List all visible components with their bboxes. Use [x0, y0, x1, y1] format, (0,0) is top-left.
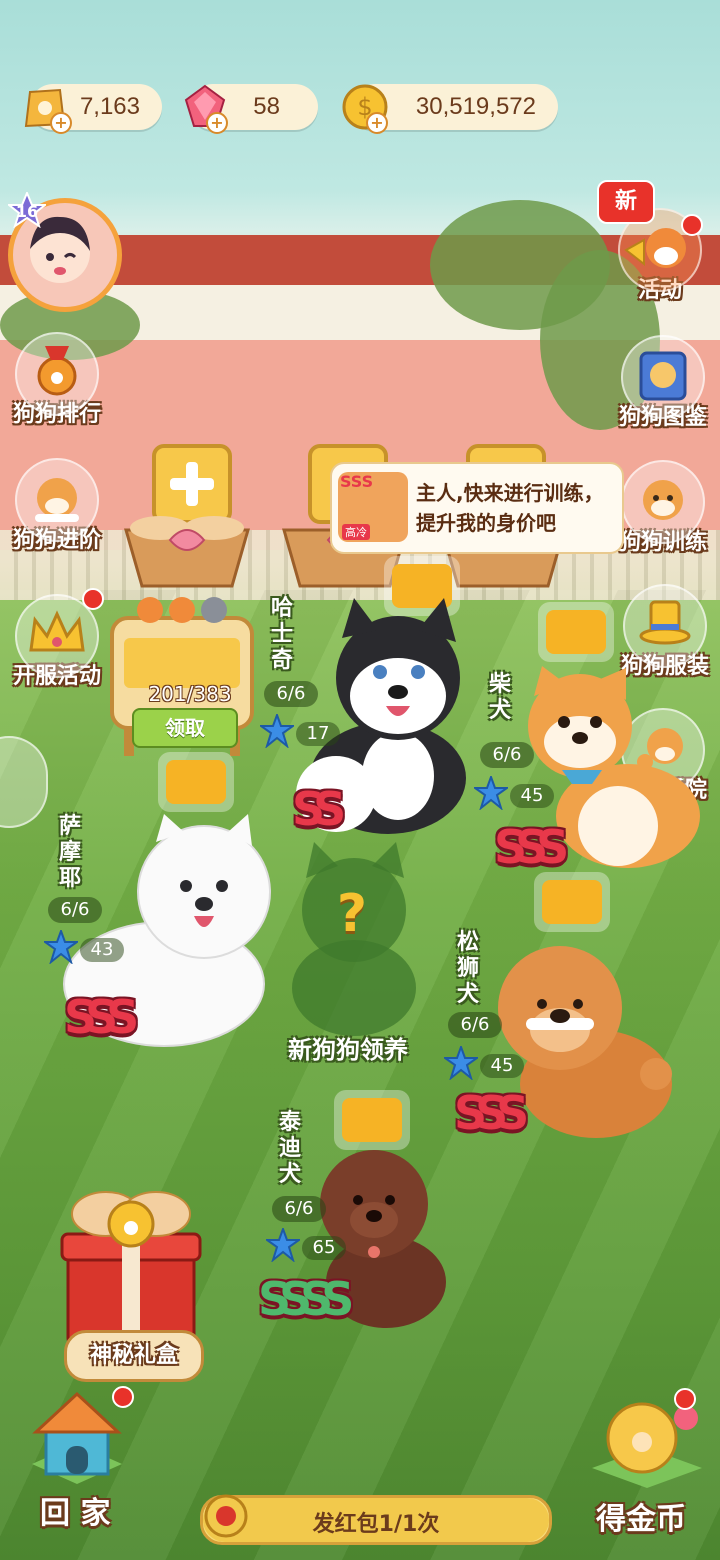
ranking-button[interactable]: 狗狗排行	[2, 332, 112, 428]
dog-grade: SSS	[494, 820, 569, 874]
blue-star-icon	[444, 1046, 478, 1080]
food-progress: 201/383	[148, 682, 232, 706]
star-count: 45	[510, 784, 554, 808]
training-button[interactable]: 狗狗训练	[608, 460, 718, 556]
dog-thumbnail-icon: SSS 高冷	[338, 472, 408, 542]
dog-count: 6/6	[48, 897, 102, 923]
dog-count: 6/6	[272, 1196, 326, 1222]
add-gem-icon[interactable]: +	[206, 112, 228, 134]
blue-star-icon	[474, 776, 508, 810]
dog-grade: SSSS	[258, 1272, 354, 1326]
events-button[interactable]: 活动 新	[597, 180, 715, 304]
notification-dot	[82, 588, 104, 610]
shiba-training-icon	[621, 460, 705, 544]
thumb-tag: 高冷	[342, 524, 370, 540]
player-level: 16	[15, 202, 39, 221]
adopt-label[interactable]: 新狗狗领养	[258, 1030, 438, 1065]
food-value: 7,163	[79, 93, 140, 120]
coin-stack-icon	[166, 760, 226, 804]
blue-star-icon	[266, 1228, 300, 1262]
dog-count: 6/6	[264, 681, 318, 707]
game-scene: 7,163 + 58 + 30,519,572 $ + 16 狗狗排行 狗狗进阶…	[0, 0, 720, 1560]
notification-dot	[112, 1386, 134, 1408]
training-tip-text: 主人,快来进行训练，提升我的身价吧	[416, 481, 604, 535]
laurel-medal-icon	[204, 1494, 248, 1538]
notification-dot	[674, 1388, 696, 1410]
dog-count: 6/6	[480, 742, 534, 768]
advance-button[interactable]: 狗狗进阶	[2, 458, 112, 554]
training-tip-bubble[interactable]: SSS 高冷 主人,快来进行训练，提升我的身价吧	[330, 462, 624, 554]
add-food-icon[interactable]: +	[50, 112, 72, 134]
thumb-grade: SSS	[340, 472, 374, 491]
dog-album-button[interactable]: 狗狗图鉴	[608, 335, 718, 431]
shiba-bone-icon	[15, 458, 99, 542]
basket-icon	[124, 516, 250, 588]
gem-value: 58	[253, 93, 280, 120]
new-badge: 新	[597, 180, 655, 224]
home-label[interactable]: 回 家	[40, 1488, 110, 1532]
coin-stack-icon	[542, 880, 602, 924]
dog-grade: SSS	[64, 990, 139, 1044]
coin-stack-icon	[342, 1098, 402, 1142]
dog-grade: SS	[292, 782, 346, 836]
dog-count: 6/6	[448, 1012, 502, 1038]
coin-stack-icon	[546, 610, 606, 654]
earn-coins-label[interactable]: 得金币	[596, 1494, 686, 1538]
mystery-box-label[interactable]: 神秘礼盒	[64, 1330, 204, 1382]
blue-star-icon	[260, 714, 294, 748]
dog-name: 萨摩耶	[58, 814, 81, 891]
add-coin-icon[interactable]: +	[366, 112, 388, 134]
coin-value: 30,519,572	[415, 93, 536, 120]
star-count: 45	[480, 1054, 524, 1078]
dog-name: 柴犬	[488, 672, 511, 723]
star-count: 65	[302, 1236, 346, 1260]
blue-star-icon	[44, 930, 78, 964]
mystery-gift-box-icon[interactable]	[56, 1182, 206, 1352]
coin-ready-bubble[interactable]	[538, 602, 614, 662]
notification-dot	[681, 214, 703, 236]
star-count: 17	[296, 722, 340, 746]
server-event-button[interactable]: 开服活动	[2, 588, 112, 690]
coin-ready-bubble[interactable]	[534, 872, 610, 932]
coin-ready-bubble[interactable]	[158, 752, 234, 812]
question-mark: ?	[336, 884, 368, 944]
paw-medal-icon	[15, 332, 99, 416]
dog-grade: SSS	[454, 1086, 529, 1140]
dog-album-icon	[621, 335, 705, 419]
top-hat-icon	[623, 584, 707, 668]
dog-name: 哈士奇	[270, 596, 293, 673]
collect-button[interactable]: 领取	[132, 708, 238, 748]
star-count: 43	[80, 938, 124, 962]
dog-name: 泰迪犬	[278, 1110, 301, 1187]
dog-name: 松狮犬	[456, 930, 479, 1007]
